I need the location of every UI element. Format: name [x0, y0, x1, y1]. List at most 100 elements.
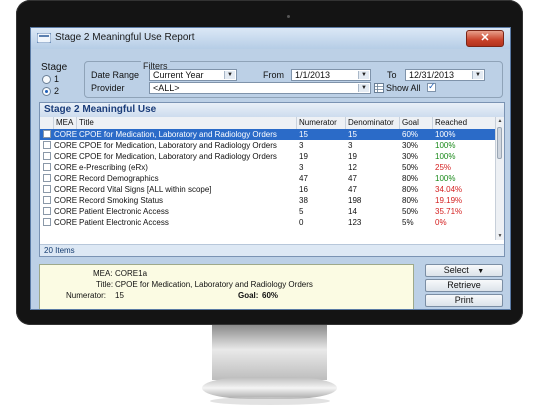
item-count: 20 Items: [40, 244, 504, 256]
cell-num: 38: [299, 196, 308, 205]
monitor-stand-base: [202, 377, 337, 399]
cell-goal: 30%: [402, 141, 419, 150]
row-checkbox[interactable]: [43, 152, 51, 160]
cell-title: Patient Electronic Access: [79, 218, 169, 227]
cell-title: CPOE for Medication, Laboratory and Radi…: [79, 152, 277, 161]
chevron-down-icon: ▼: [477, 268, 485, 275]
cell-reached: 100%: [435, 130, 456, 139]
cell-den: 198: [348, 196, 362, 205]
grid-rows: CORE1aCPOE for Medication, Laboratory an…: [40, 129, 496, 228]
cell-num: 19: [299, 152, 308, 161]
cell-num: 47: [299, 174, 308, 183]
close-icon: ✕: [480, 32, 490, 44]
detail-goal-value: 60%: [262, 291, 279, 300]
monitor-stand-neck: [212, 325, 327, 380]
mu-grid-panel: Stage 2 Meaningful Use MEA Title Numerat…: [39, 102, 505, 257]
table-row[interactable]: CORE7bPatient Electronic Access 0 123 5% 0%: [40, 217, 496, 228]
column-header-denominator[interactable]: Denominator: [346, 117, 400, 129]
cell-title: CPOE for Medication, Laboratory and Radi…: [79, 130, 277, 139]
check-column-header[interactable]: [40, 117, 54, 129]
cell-reached: 35.71%: [435, 207, 463, 216]
cell-title: Record Vital Signs [ALL within scope]: [79, 185, 212, 194]
table-row[interactable]: CORE7aPatient Electronic Access 5 14 50% 35.…: [40, 206, 496, 217]
grid-icon[interactable]: [374, 83, 384, 93]
detail-panel: MEA: CORE1a Title: CPOE for Medication, …: [39, 264, 414, 309]
provider-value: <ALL>: [153, 83, 180, 93]
column-header-title[interactable]: Title: [77, 117, 297, 129]
column-header-goal[interactable]: Goal: [400, 117, 433, 129]
row-checkbox[interactable]: [43, 185, 51, 193]
from-date-value: 1/1/2013: [295, 70, 331, 80]
date-range-label: Date Range: [91, 70, 140, 80]
stage-1-radio[interactable]: [42, 75, 51, 84]
column-header-numerator[interactable]: Numerator: [297, 117, 346, 129]
cell-num: 0: [299, 218, 304, 227]
stand-shadow: [210, 397, 330, 405]
cell-goal: 60%: [402, 130, 419, 139]
report-window: Stage 2 Meaningful Use Report ✕ Stage 1 …: [30, 27, 511, 310]
stage-label: Stage: [41, 62, 68, 73]
cell-goal: 50%: [402, 163, 419, 172]
date-range-dropdown[interactable]: Current Year ▼: [149, 69, 237, 81]
scroll-up-icon[interactable]: ▲: [496, 117, 504, 125]
table-row[interactable]: CORE1bCPOE for Medication, Laboratory an…: [40, 140, 496, 151]
title-bar[interactable]: Stage 2 Meaningful Use Report ✕: [31, 28, 510, 49]
cell-goal: 80%: [402, 185, 419, 194]
table-row[interactable]: CORE1aCPOE for Medication, Laboratory an…: [40, 129, 496, 140]
table-row[interactable]: CORE2e-Prescribing (eRx) 3 12 50% 25%: [40, 162, 496, 173]
table-row[interactable]: CORE4Record Vital Signs [ALL within scop…: [40, 184, 496, 195]
cell-den: 123: [348, 218, 362, 227]
filters-area: Stage 1 2 Filters Date Range Current Yea…: [39, 56, 505, 100]
cell-goal: 80%: [402, 196, 419, 205]
print-button[interactable]: Print: [425, 294, 503, 307]
select-button[interactable]: Select ▼: [425, 264, 503, 277]
show-all-label: Show All: [386, 83, 421, 93]
cell-reached: 100%: [435, 152, 456, 161]
table-row[interactable]: CORE1cCPOE for Medication, Laboratory an…: [40, 151, 496, 162]
cell-mea: CORE1a: [54, 130, 77, 139]
cell-reached: 34.04%: [435, 185, 463, 194]
scroll-down-icon[interactable]: ▼: [496, 232, 504, 240]
row-checkbox[interactable]: [43, 130, 51, 138]
detail-title-value: CPOE for Medication, Laboratory and Radi…: [115, 280, 313, 289]
retrieve-button[interactable]: Retrieve: [425, 279, 503, 292]
cell-goal: 30%: [402, 152, 419, 161]
grid-scrollbar[interactable]: ▲ ▼: [495, 117, 504, 240]
row-checkbox[interactable]: [43, 218, 51, 226]
cell-mea: CORE1c: [54, 152, 77, 161]
detail-numerator-label: Numerator:: [66, 291, 107, 300]
row-checkbox[interactable]: [43, 196, 51, 204]
provider-dropdown[interactable]: <ALL> ▼: [149, 82, 371, 94]
cell-reached: 0%: [435, 218, 447, 227]
stage-2-radio[interactable]: [42, 87, 51, 96]
cell-num: 16: [299, 185, 308, 194]
from-date-picker[interactable]: 1/1/2013 ▼: [291, 69, 371, 81]
chevron-down-icon: ▼: [472, 71, 483, 79]
grid-title: Stage 2 Meaningful Use: [40, 103, 504, 117]
cell-title: Record Demographics: [79, 174, 159, 183]
table-row[interactable]: CORE3Record Demographics 47 47 80% 100%: [40, 173, 496, 184]
chevron-down-icon: ▼: [358, 84, 369, 92]
close-button[interactable]: ✕: [466, 30, 504, 47]
scroll-thumb[interactable]: [497, 127, 502, 159]
table-row[interactable]: CORE5Record Smoking Status 38 198 80% 19.19%: [40, 195, 496, 206]
cell-num: 15: [299, 130, 308, 139]
cell-num: 5: [299, 207, 304, 216]
cell-title: Record Smoking Status: [79, 196, 164, 205]
cell-den: 47: [348, 174, 357, 183]
cell-reached: 19.19%: [435, 196, 463, 205]
show-all-checkbox[interactable]: [427, 81, 436, 92]
chevron-down-icon: ▼: [358, 71, 369, 79]
app-icon: [37, 33, 51, 43]
to-date-picker[interactable]: 12/31/2013 ▼: [405, 69, 485, 81]
column-header-mea[interactable]: MEA: [54, 117, 77, 129]
cell-den: 3: [348, 141, 353, 150]
row-checkbox[interactable]: [43, 207, 51, 215]
cell-num: 3: [299, 163, 304, 172]
row-checkbox[interactable]: [43, 163, 51, 171]
column-header-reached[interactable]: Reached: [433, 117, 496, 129]
row-checkbox[interactable]: [43, 174, 51, 182]
row-checkbox[interactable]: [43, 141, 51, 149]
detail-numerator-value: 15: [115, 291, 124, 300]
cell-goal: 80%: [402, 174, 419, 183]
